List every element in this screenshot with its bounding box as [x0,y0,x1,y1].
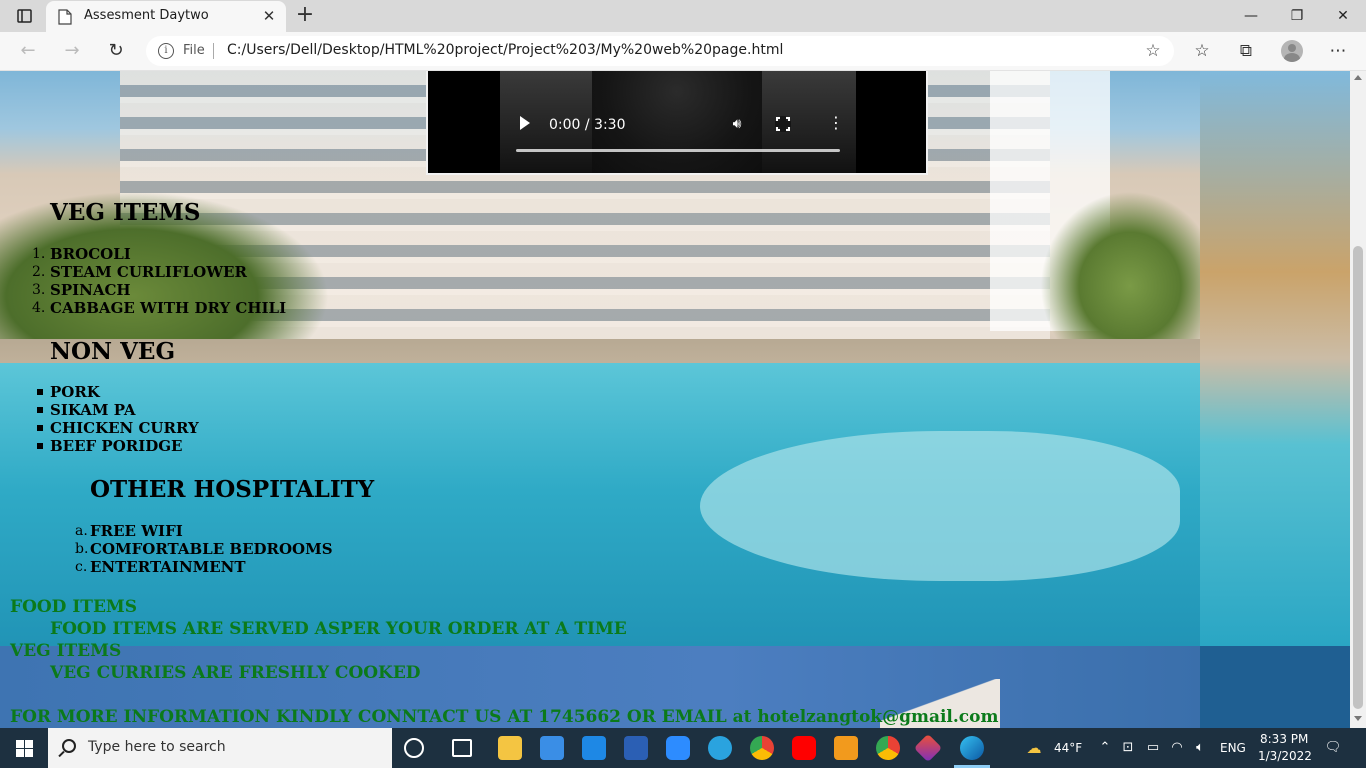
cortana-icon[interactable] [404,738,424,758]
store-icon[interactable] [540,736,564,760]
forward-icon[interactable]: → [58,38,86,66]
chrome-icon[interactable] [876,736,900,760]
notifications-icon[interactable]: 🗨︎ [1324,740,1342,756]
file-explorer-icon[interactable] [498,736,522,760]
windows-taskbar: Type here to search ☁ 44°F ⌃ ⊡ ▭ ◠ 🔈︎ EN… [0,728,1366,768]
chevron-up-icon[interactable]: ⌃ [1097,740,1113,756]
page-viewport: 0:00 / 3:30 🔊︎ ⋮ VEG ITEMS 1. 2. 3. 4. B… [0,71,1350,728]
definition-term: FOOD ITEMS [10,597,138,617]
definition-description: VEG CURRIES ARE FRESHLY COOKED [50,663,421,683]
definition-term: VEG ITEMS [10,641,122,661]
veg-item: SPINACH [50,281,131,299]
nonveg-item: SIKAM PA [50,401,136,419]
mail-icon[interactable] [582,736,606,760]
list-marker: 4. [32,300,46,316]
fullscreen-icon[interactable] [775,116,791,132]
nonveg-heading: NON VEG [50,338,176,365]
collections-icon[interactable]: ⧉ [1234,40,1258,64]
veg-heading: VEG ITEMS [50,199,201,226]
sublime-icon[interactable] [834,736,858,760]
tab-title: Assesment Daytwo [84,8,209,23]
weather-temp[interactable]: 44°F [1054,741,1082,755]
close-window-icon[interactable]: ✕ [1320,0,1366,32]
scroll-up-icon[interactable] [1354,75,1362,80]
hospitality-item: COMFORTABLE BEDROOMS [90,540,333,558]
list-marker: b. [75,541,89,557]
list-marker: 2. [32,264,46,280]
scroll-thumb[interactable] [1353,246,1363,709]
definition-description: FOOD ITEMS ARE SERVED ASPER YOUR ORDER A… [50,619,627,639]
list-marker: c. [75,559,88,575]
list-bullet [37,443,43,449]
edge-icon[interactable] [960,736,984,760]
video-time: 0:00 / 3:30 [549,117,626,133]
back-icon[interactable]: ← [14,38,42,66]
language-indicator[interactable]: ENG [1220,741,1246,755]
task-view-icon[interactable] [452,739,472,757]
search-icon [62,739,76,753]
nonveg-item: CHICKEN CURRY [50,419,199,437]
add-favorite-icon[interactable]: ☆ [1142,40,1164,62]
browser-toolbar: ← → ↻ i File C:/Users/Dell/Desktop/HTML%… [0,32,1366,71]
close-tab-icon[interactable]: ✕ [262,9,276,24]
usb-icon[interactable]: ⊡ [1120,740,1136,756]
wifi-icon[interactable]: ◠ [1169,740,1185,756]
nonveg-item: PORK [50,383,100,401]
weather-icon[interactable]: ☁ [1026,740,1042,756]
taskbar-search[interactable]: Type here to search [48,728,392,768]
page-icon [58,9,72,25]
search-placeholder: Type here to search [88,739,226,755]
veg-item: CABBAGE WITH DRY CHILI [50,299,287,317]
info-icon[interactable]: i [158,43,174,59]
more-menu-icon[interactable]: ⋯ [1326,40,1350,64]
tab-strip: Assesment Daytwo ✕ + — ❐ ✕ [0,0,1366,32]
page-scrollbar[interactable] [1350,71,1366,728]
list-bullet [37,407,43,413]
list-marker: a. [75,523,88,539]
list-bullet [37,389,43,395]
profile-avatar[interactable] [1281,40,1303,62]
hospitality-item: ENTERTAINMENT [90,558,246,576]
hospitality-heading: OTHER HOSPITALITY [90,476,375,503]
restore-icon[interactable]: ❐ [1274,0,1320,32]
tab-actions-icon[interactable] [10,4,38,28]
scroll-down-icon[interactable] [1354,716,1362,721]
minimize-icon[interactable]: — [1228,0,1274,32]
url-text[interactable]: C:/Users/Dell/Desktop/HTML%20project/Pro… [227,42,783,58]
video-progress-bar[interactable] [516,149,840,152]
play-icon[interactable] [520,116,530,130]
background-tile-image [1200,646,1350,728]
contact-text: FOR MORE INFORMATION KINDLY CONNTACT US … [10,707,999,727]
chrome-icon[interactable] [750,736,774,760]
clock-time[interactable]: 8:33 PM [1260,732,1308,746]
list-marker: 1. [32,246,46,262]
zoom-icon[interactable] [666,736,690,760]
veg-item: BROCOLI [50,245,131,263]
refresh-icon[interactable]: ↻ [102,38,130,66]
new-tab-icon[interactable]: + [293,4,317,28]
word-icon[interactable] [624,736,648,760]
list-bullet [37,425,43,431]
veg-item: STEAM CURLIFLOWER [50,263,247,281]
tab-active[interactable]: Assesment Daytwo ✕ [46,1,286,32]
favorites-icon[interactable]: ☆ [1190,40,1214,64]
youtube-icon[interactable] [792,736,816,760]
background-tile-image [1200,71,1350,646]
list-marker: 3. [32,282,46,298]
start-button[interactable] [0,728,48,768]
speaker-icon[interactable]: 🔈︎ [1192,740,1208,756]
battery-icon[interactable]: ▭ [1145,740,1161,756]
address-bar[interactable]: i File C:/Users/Dell/Desktop/HTML%20proj… [146,36,1174,66]
clock-date[interactable]: 1/3/2022 [1258,749,1312,763]
git-icon[interactable] [913,733,943,763]
more-options-icon[interactable]: ⋮ [828,115,844,133]
hospitality-item: FREE WIFI [90,522,183,540]
video-player[interactable]: 0:00 / 3:30 🔊︎ ⋮ [426,71,928,175]
nonveg-item: BEEF PORIDGE [50,437,183,455]
telegram-icon[interactable] [708,736,732,760]
volume-icon[interactable]: 🔊︎ [728,115,746,133]
address-prefix: File [183,43,205,58]
pool-shallow-image [700,431,1180,581]
address-divider [213,43,214,59]
